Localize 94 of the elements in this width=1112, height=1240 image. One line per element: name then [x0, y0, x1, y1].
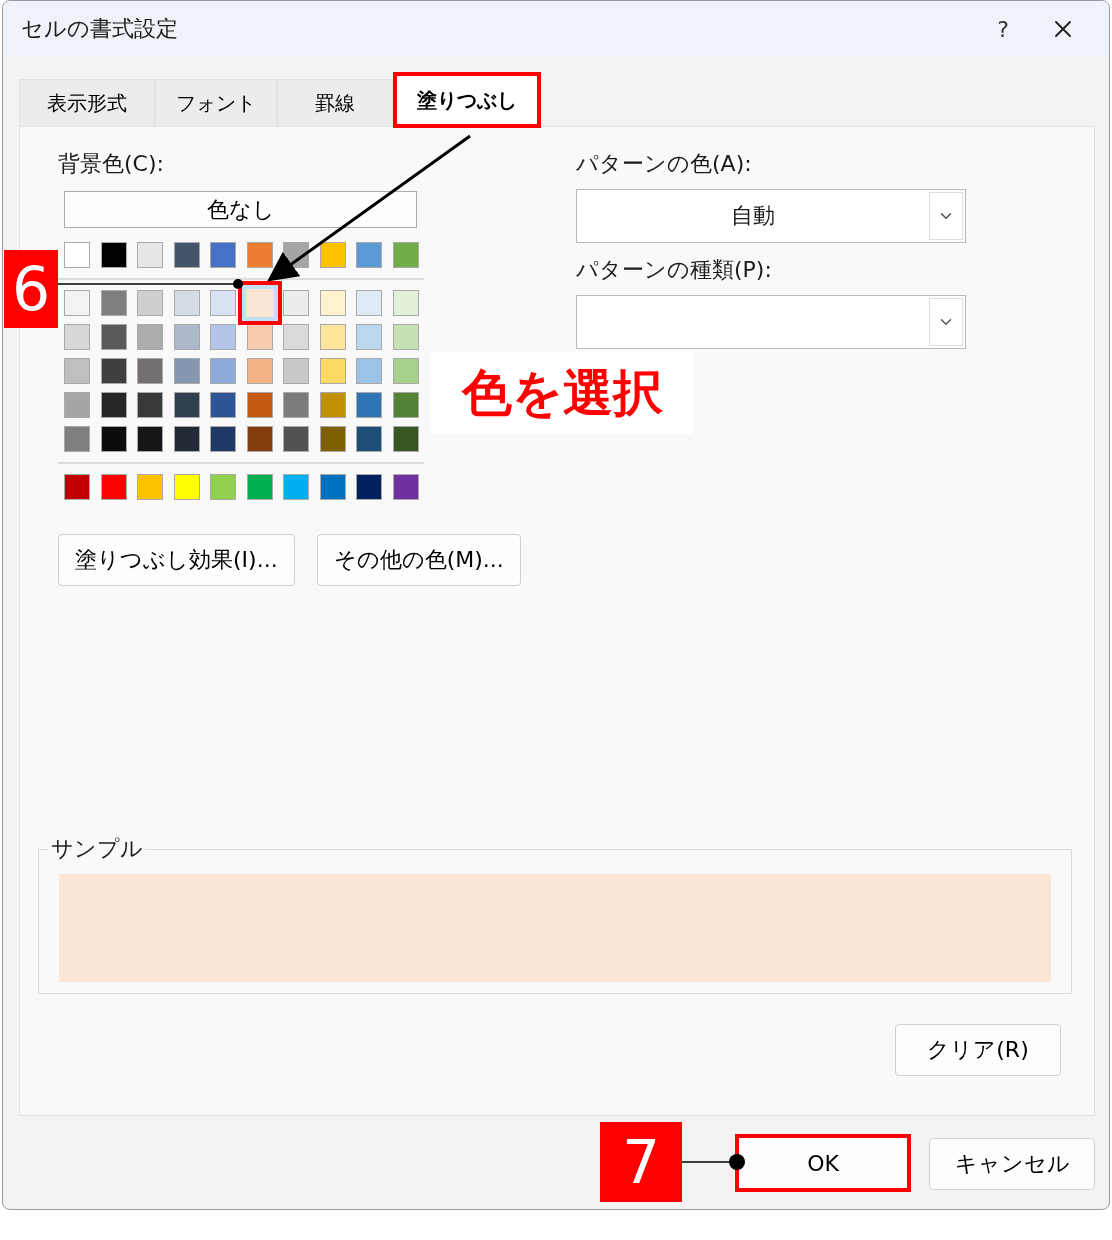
color-swatch[interactable]: [319, 290, 346, 316]
color-swatch[interactable]: [283, 324, 309, 350]
color-swatch[interactable]: [137, 358, 163, 384]
color-swatch[interactable]: [246, 242, 273, 268]
color-swatch[interactable]: [210, 392, 236, 418]
color-swatch[interactable]: [356, 290, 382, 316]
cancel-button[interactable]: キャンセル: [929, 1138, 1095, 1190]
color-swatch[interactable]: [173, 242, 200, 268]
help-button[interactable]: ?: [973, 15, 1033, 43]
color-swatch[interactable]: [392, 474, 419, 500]
color-swatch[interactable]: [173, 392, 200, 418]
color-swatch[interactable]: [173, 324, 200, 350]
color-swatch[interactable]: [64, 290, 90, 316]
color-swatch[interactable]: [64, 392, 90, 418]
color-swatch[interactable]: [64, 426, 90, 452]
ok-button[interactable]: OK: [735, 1134, 911, 1192]
step-badge: 7: [600, 1122, 682, 1202]
tab[interactable]: 表示形式: [19, 79, 155, 126]
color-swatch[interactable]: [137, 392, 163, 418]
color-swatch[interactable]: [100, 324, 127, 350]
color-swatch[interactable]: [100, 426, 127, 452]
color-swatch[interactable]: [210, 290, 236, 316]
group-label: サンプル: [50, 835, 144, 863]
color-swatch[interactable]: [319, 392, 346, 418]
more-colors-button[interactable]: その他の色(M)...: [316, 534, 521, 586]
color-swatch[interactable]: [392, 358, 419, 384]
color-swatch[interactable]: [319, 358, 346, 384]
color-swatch[interactable]: [356, 474, 382, 500]
color-swatch[interactable]: [392, 426, 419, 452]
fill-effects-button[interactable]: 塗りつぶし効果(I)...: [58, 534, 295, 586]
color-swatch[interactable]: [137, 474, 163, 500]
color-swatch[interactable]: [283, 426, 309, 452]
color-swatch[interactable]: [283, 290, 309, 316]
no-color-button[interactable]: 色なし: [64, 191, 417, 228]
color-swatch[interactable]: [210, 242, 236, 268]
tab[interactable]: 罫線: [277, 79, 393, 126]
color-swatch[interactable]: [246, 392, 273, 418]
clear-button[interactable]: クリア(R): [895, 1024, 1061, 1076]
step-badge: 6: [4, 250, 58, 328]
color-swatch[interactable]: [173, 474, 200, 500]
color-swatch[interactable]: [319, 474, 346, 500]
color-swatch[interactable]: [283, 358, 309, 384]
color-swatch[interactable]: [319, 426, 346, 452]
color-swatch[interactable]: [100, 392, 127, 418]
color-swatch[interactable]: [392, 324, 419, 350]
color-swatch[interactable]: [64, 474, 90, 500]
color-swatch[interactable]: [210, 358, 236, 384]
color-swatch[interactable]: [319, 324, 346, 350]
color-swatch[interactable]: [173, 426, 200, 452]
color-swatch[interactable]: [392, 290, 419, 316]
color-swatch[interactable]: [100, 242, 127, 268]
field-label: 背景色(C):: [58, 150, 165, 178]
color-swatch[interactable]: [283, 392, 309, 418]
color-swatch[interactable]: [173, 290, 200, 316]
tab[interactable]: 塗りつぶし: [393, 72, 541, 128]
color-swatch[interactable]: [100, 290, 127, 316]
color-swatch[interactable]: [246, 358, 273, 384]
color-swatch[interactable]: [356, 358, 382, 384]
pattern-style-dropdown[interactable]: [576, 295, 966, 349]
color-swatch[interactable]: [137, 324, 163, 350]
dropdown-value: 自動: [730, 202, 776, 230]
color-swatch[interactable]: [356, 426, 382, 452]
chevron-down-icon[interactable]: [929, 192, 963, 240]
color-swatch[interactable]: [64, 324, 90, 350]
tab[interactable]: フォント: [155, 79, 277, 126]
color-swatch[interactable]: [100, 474, 127, 500]
pattern-color-dropdown[interactable]: 自動: [576, 189, 966, 243]
leader-line: [681, 1154, 745, 1170]
color-swatch[interactable]: [246, 426, 273, 452]
color-swatch[interactable]: [392, 392, 419, 418]
color-swatch[interactable]: [210, 426, 236, 452]
chevron-down-icon[interactable]: [929, 298, 963, 346]
color-swatch[interactable]: [356, 242, 382, 268]
window-title: セルの書式設定: [21, 15, 179, 43]
field-label: パターンの色(A):: [576, 150, 753, 178]
color-swatch[interactable]: [246, 324, 273, 350]
color-swatch[interactable]: [64, 242, 90, 268]
field-label: パターンの種類(P):: [576, 256, 773, 284]
color-swatch[interactable]: [237, 281, 282, 325]
color-swatch[interactable]: [173, 358, 200, 384]
color-swatch[interactable]: [137, 426, 163, 452]
color-swatch[interactable]: [319, 242, 346, 268]
color-swatch[interactable]: [210, 474, 236, 500]
callout-text: 色を選択: [431, 352, 693, 434]
color-swatch[interactable]: [283, 474, 309, 500]
color-swatch[interactable]: [137, 290, 163, 316]
color-swatch[interactable]: [356, 392, 382, 418]
color-swatch[interactable]: [356, 324, 382, 350]
color-swatch[interactable]: [64, 358, 90, 384]
color-swatch[interactable]: [246, 474, 273, 500]
color-swatch[interactable]: [100, 358, 127, 384]
color-swatch[interactable]: [137, 242, 163, 268]
color-swatch[interactable]: [392, 242, 419, 268]
color-swatch[interactable]: [210, 324, 236, 350]
